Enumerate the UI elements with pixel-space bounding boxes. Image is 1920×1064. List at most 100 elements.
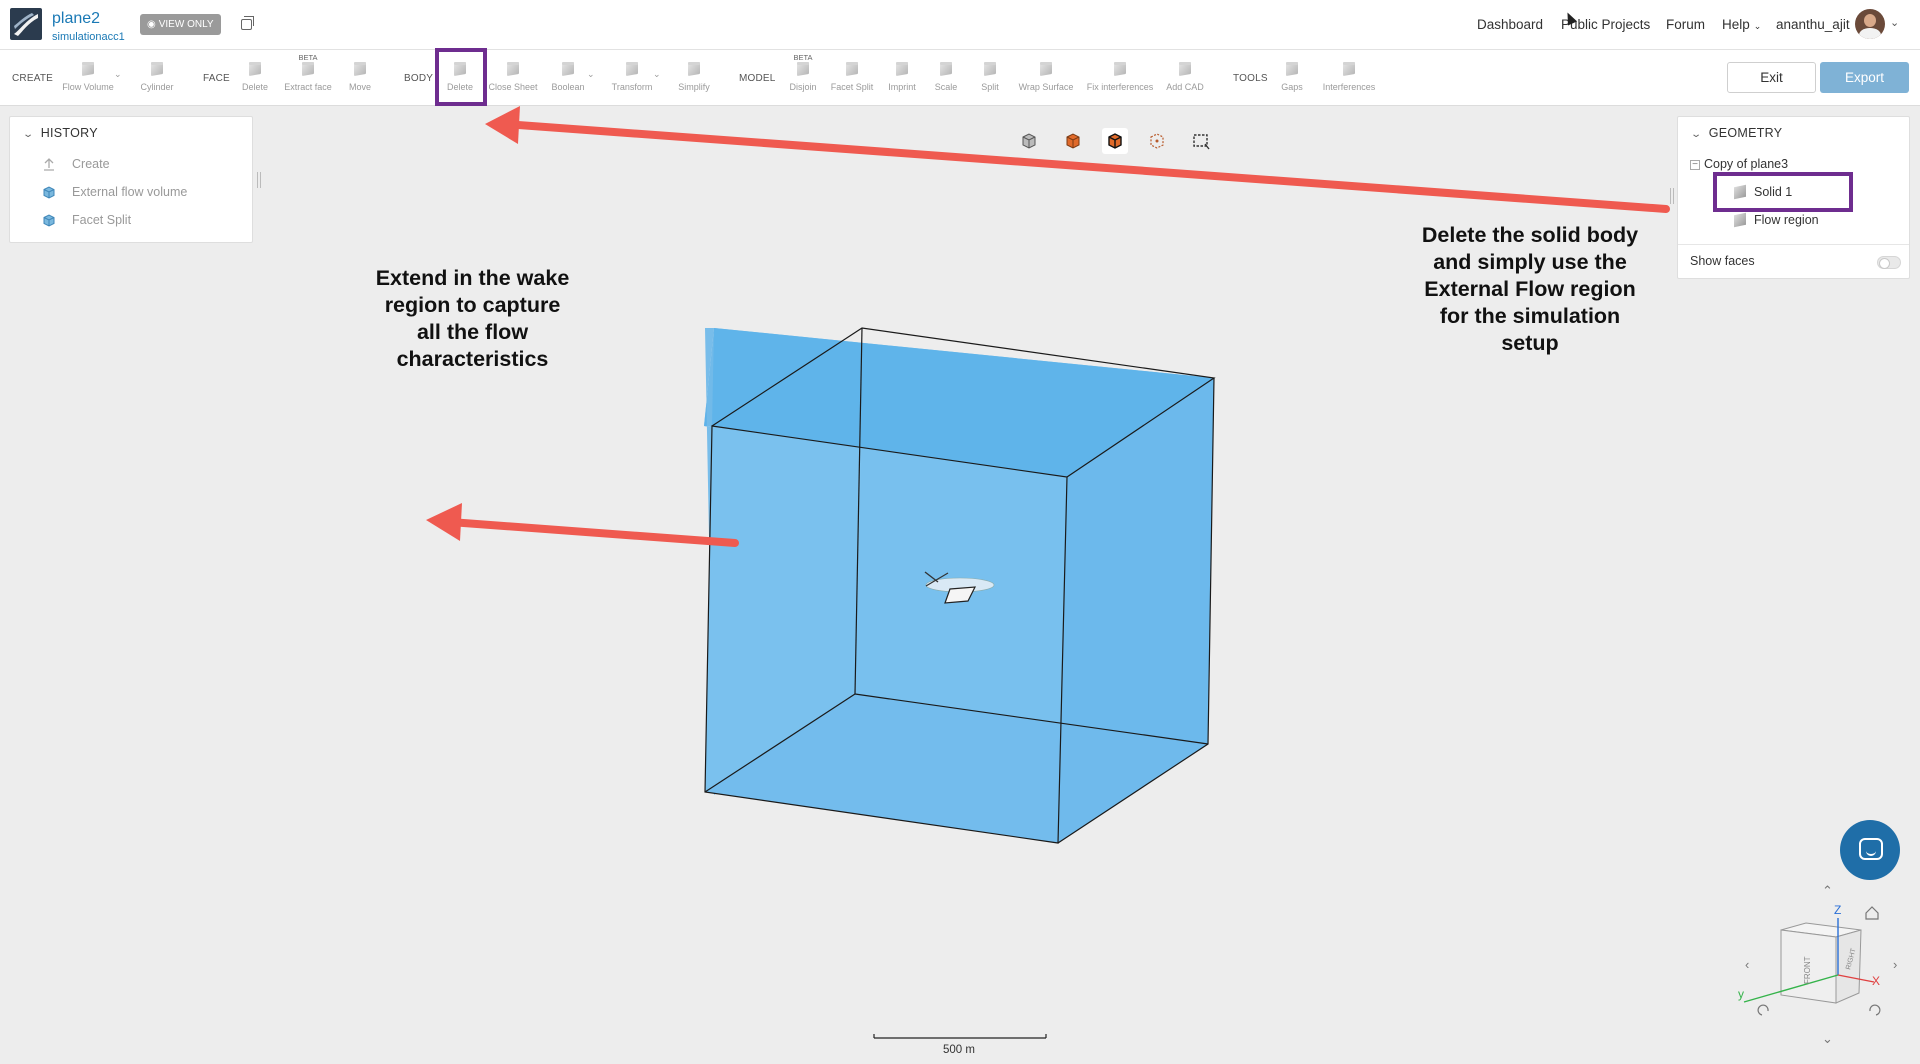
help-label: Help xyxy=(1722,17,1750,32)
disjoin-label: Disjoin xyxy=(789,82,817,92)
upload-icon xyxy=(44,158,54,171)
scale-icon xyxy=(937,62,955,78)
split-label: Split xyxy=(981,82,999,92)
chat-icon xyxy=(1859,838,1883,860)
transform-icon xyxy=(623,62,641,78)
nav-help[interactable]: Help ⌄ xyxy=(1722,17,1761,32)
flow-volume-label: Flow Volume xyxy=(62,82,114,92)
transform-label: Transform xyxy=(611,82,653,92)
boolean-button[interactable]: Boolean xyxy=(548,59,588,103)
resize-handle[interactable] xyxy=(257,172,261,188)
wireframe-view-icon[interactable] xyxy=(1144,128,1170,154)
chevron-down-icon[interactable]: ⌄ xyxy=(1690,129,1702,140)
toolbar: CREATE Flow Volume ⌄ Cylinder FACE Delet… xyxy=(0,50,1920,106)
history-header[interactable]: ⌄ HISTORY xyxy=(22,126,98,140)
group-create-label: CREATE xyxy=(12,73,54,84)
transform-button[interactable]: Transform xyxy=(608,59,656,103)
chat-support-button[interactable] xyxy=(1840,820,1900,880)
extract-face-button[interactable]: BETA Extract face xyxy=(280,53,336,103)
facet-split-icon xyxy=(843,62,861,78)
chevron-down-icon: ⌄ xyxy=(1753,21,1762,31)
move-label: Move xyxy=(348,82,371,92)
gaps-label: Gaps xyxy=(1281,82,1303,92)
move-icon xyxy=(351,62,369,78)
collapse-icon[interactable]: − xyxy=(1690,160,1700,170)
geometry-item-flow-region[interactable]: Flow region xyxy=(1734,212,1819,228)
imprint-button[interactable]: Imprint xyxy=(882,59,922,103)
avatar[interactable] xyxy=(1855,9,1885,39)
scale-bar-label: 500 m xyxy=(943,1044,975,1056)
facet-split-label: Facet Split xyxy=(830,82,874,92)
chevron-down-icon[interactable]: ⌄ xyxy=(22,129,34,140)
history-item-label: Facet Split xyxy=(72,213,132,227)
close-sheet-button[interactable]: Close Sheet xyxy=(488,59,538,103)
interferences-button[interactable]: Interferences xyxy=(1320,59,1378,103)
wrap-surface-button[interactable]: Wrap Surface xyxy=(1018,59,1074,103)
box-select-icon[interactable] xyxy=(1188,128,1214,154)
face-delete-button[interactable]: Delete xyxy=(236,59,274,103)
geometry-item-label: Flow region xyxy=(1754,213,1819,227)
solid-body-icon xyxy=(1734,212,1746,228)
view-only-badge: ◉ VIEW ONLY xyxy=(140,14,221,35)
imprint-icon xyxy=(893,62,911,78)
resize-handle[interactable] xyxy=(1670,188,1674,204)
extract-face-icon xyxy=(299,62,317,78)
chevron-down-icon[interactable]: ⌄ xyxy=(653,69,661,80)
fix-interferences-button[interactable]: Fix interferences xyxy=(1084,59,1156,103)
delete-face-icon xyxy=(246,62,264,78)
boolean-label: Boolean xyxy=(551,82,585,92)
interferences-label: Interferences xyxy=(1322,82,1376,92)
solid-view-icon[interactable] xyxy=(1060,128,1086,154)
exit-button[interactable]: Exit xyxy=(1727,62,1816,93)
eye-icon: ◉ xyxy=(147,19,156,30)
interferences-icon xyxy=(1340,62,1358,78)
simplify-label: Simplify xyxy=(678,82,710,92)
annotation-wake-region: Extend in the wake region to capture all… xyxy=(375,266,570,371)
move-button[interactable]: Move xyxy=(344,59,376,103)
project-owner[interactable]: simulationacc1 xyxy=(52,31,125,43)
annotation-delete-solid: Delete the solid body and simply use the… xyxy=(1421,223,1639,355)
cube-view-icon[interactable] xyxy=(1016,128,1042,154)
facet-split-icon xyxy=(43,214,55,227)
disjoin-button[interactable]: BETA Disjoin xyxy=(784,53,822,103)
solid-1-highlight-box xyxy=(1713,172,1853,212)
show-faces-label: Show faces xyxy=(1690,254,1755,268)
export-button[interactable]: Export xyxy=(1820,62,1909,93)
fix-interferences-icon xyxy=(1111,62,1129,78)
user-name[interactable]: ananthu_ajit xyxy=(1776,17,1850,32)
gaps-button[interactable]: Gaps xyxy=(1276,59,1308,103)
simplify-button[interactable]: Simplify xyxy=(674,59,714,103)
show-faces-toggle[interactable] xyxy=(1877,256,1901,269)
facet-split-button[interactable]: Facet Split xyxy=(828,59,876,103)
extract-face-label: Extract face xyxy=(284,82,332,92)
add-cad-button[interactable]: Add CAD xyxy=(1164,59,1206,103)
solid-edges-view-icon[interactable] xyxy=(1102,128,1128,154)
chevron-down-icon[interactable]: ⌄ xyxy=(1890,16,1899,29)
flow-volume-button[interactable]: Flow Volume xyxy=(60,59,116,103)
beta-badge: BETA xyxy=(793,53,813,62)
group-model-label: MODEL xyxy=(739,73,776,84)
nav-forum[interactable]: Forum xyxy=(1666,17,1705,32)
cylinder-button[interactable]: Cylinder xyxy=(134,59,180,103)
beta-badge: BETA xyxy=(298,53,318,62)
split-icon xyxy=(981,62,999,78)
chevron-down-icon[interactable]: ⌄ xyxy=(114,69,122,80)
simscale-logo[interactable] xyxy=(10,8,42,40)
scale-label: Scale xyxy=(934,82,958,92)
geometry-header[interactable]: ⌄ GEOMETRY xyxy=(1690,126,1782,140)
face-delete-label: Delete xyxy=(241,82,268,92)
disjoin-icon xyxy=(794,62,812,78)
copy-icon[interactable] xyxy=(241,16,254,30)
chevron-down-icon[interactable]: ⌄ xyxy=(587,69,595,80)
app-header: plane2 simulationacc1 ◉ VIEW ONLY Dashboa… xyxy=(0,0,1920,50)
nav-dashboard[interactable]: Dashboard xyxy=(1477,17,1543,32)
fix-interferences-label: Fix interferences xyxy=(1086,82,1154,92)
divider xyxy=(1678,244,1909,245)
history-panel: ⌄ HISTORY Create External flow volume Fac… xyxy=(9,116,253,243)
project-name[interactable]: plane2 xyxy=(52,10,100,28)
split-button[interactable]: Split xyxy=(974,59,1006,103)
gaps-icon xyxy=(1283,62,1301,78)
geometry-root[interactable]: − Copy of plane3 xyxy=(1690,157,1788,171)
group-body-label: BODY xyxy=(404,73,434,84)
scale-button[interactable]: Scale xyxy=(930,59,962,103)
